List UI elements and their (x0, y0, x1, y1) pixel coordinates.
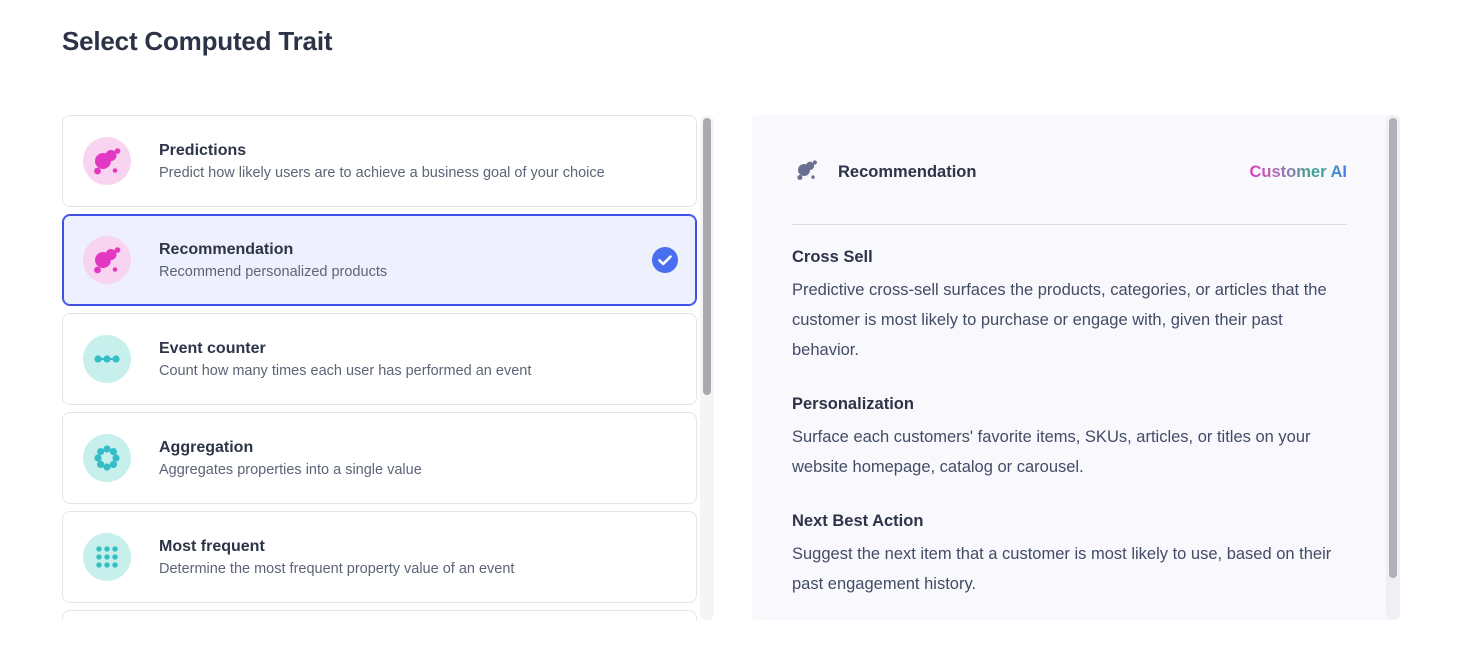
trait-title: Event counter (159, 340, 531, 358)
detail-header: Recommendation Customer AI (792, 157, 1347, 187)
divider (792, 224, 1347, 225)
trait-list-scrollbar[interactable] (700, 115, 714, 620)
trait-description: Count how many times each user has perfo… (159, 363, 531, 379)
recommendation-cluster-icon (792, 155, 822, 190)
trait-card-most-frequent[interactable]: Most frequent Determine the most frequen… (62, 511, 697, 603)
event-counter-dots-icon (83, 335, 131, 383)
section-heading: Cross Sell (792, 248, 1347, 267)
detail-panel-scrollbar[interactable] (1386, 115, 1400, 620)
trait-card-aggregation[interactable]: Aggregation Aggregates properties into a… (62, 412, 697, 504)
trait-card-recommendation[interactable]: Recommendation Recommend personalized pr… (62, 214, 697, 306)
aggregation-ring-icon (83, 434, 131, 482)
trait-cards: Predictions Predict how likely users are… (62, 115, 697, 620)
page-title: Select Computed Trait (62, 26, 332, 57)
selected-check-icon (652, 247, 678, 273)
trait-title: Predictions (159, 142, 605, 160)
customer-ai-badge: Customer AI (1250, 163, 1348, 182)
section-personalization: Personalization Surface each customers' … (792, 395, 1347, 482)
recommendation-cluster-icon (83, 236, 131, 284)
trait-title: Most frequent (159, 538, 514, 556)
trait-description: Determine the most frequent property val… (159, 561, 514, 577)
section-body: Surface each customers' favorite items, … (792, 422, 1347, 482)
detail-panel-scrollbar-thumb[interactable] (1389, 118, 1397, 578)
section-body: Predictive cross-sell surfaces the produ… (792, 275, 1347, 365)
section-heading: Next Best Action (792, 512, 1347, 531)
trait-description: Aggregates properties into a single valu… (159, 462, 422, 478)
trait-description: Recommend personalized products (159, 264, 387, 280)
detail-title: Recommendation (838, 163, 976, 182)
trait-list: Predictions Predict how likely users are… (62, 115, 714, 620)
section-heading: Personalization (792, 395, 1347, 414)
section-cross-sell: Cross Sell Predictive cross-sell surface… (792, 248, 1347, 365)
section-body: Suggest the next item that a customer is… (792, 539, 1347, 599)
trait-card-partial[interactable] (62, 610, 697, 620)
predictions-cluster-icon (83, 137, 131, 185)
grid-dots-icon (83, 533, 131, 581)
trait-card-event-counter[interactable]: Event counter Count how many times each … (62, 313, 697, 405)
trait-description: Predict how likely users are to achieve … (159, 165, 605, 181)
section-next-best-action: Next Best Action Suggest the next item t… (792, 512, 1347, 599)
detail-panel: Recommendation Customer AI Cross Sell Pr… (752, 115, 1400, 620)
trait-card-predictions[interactable]: Predictions Predict how likely users are… (62, 115, 697, 207)
trait-title: Aggregation (159, 439, 422, 457)
trait-list-scrollbar-thumb[interactable] (703, 118, 711, 395)
trait-title: Recommendation (159, 241, 387, 259)
